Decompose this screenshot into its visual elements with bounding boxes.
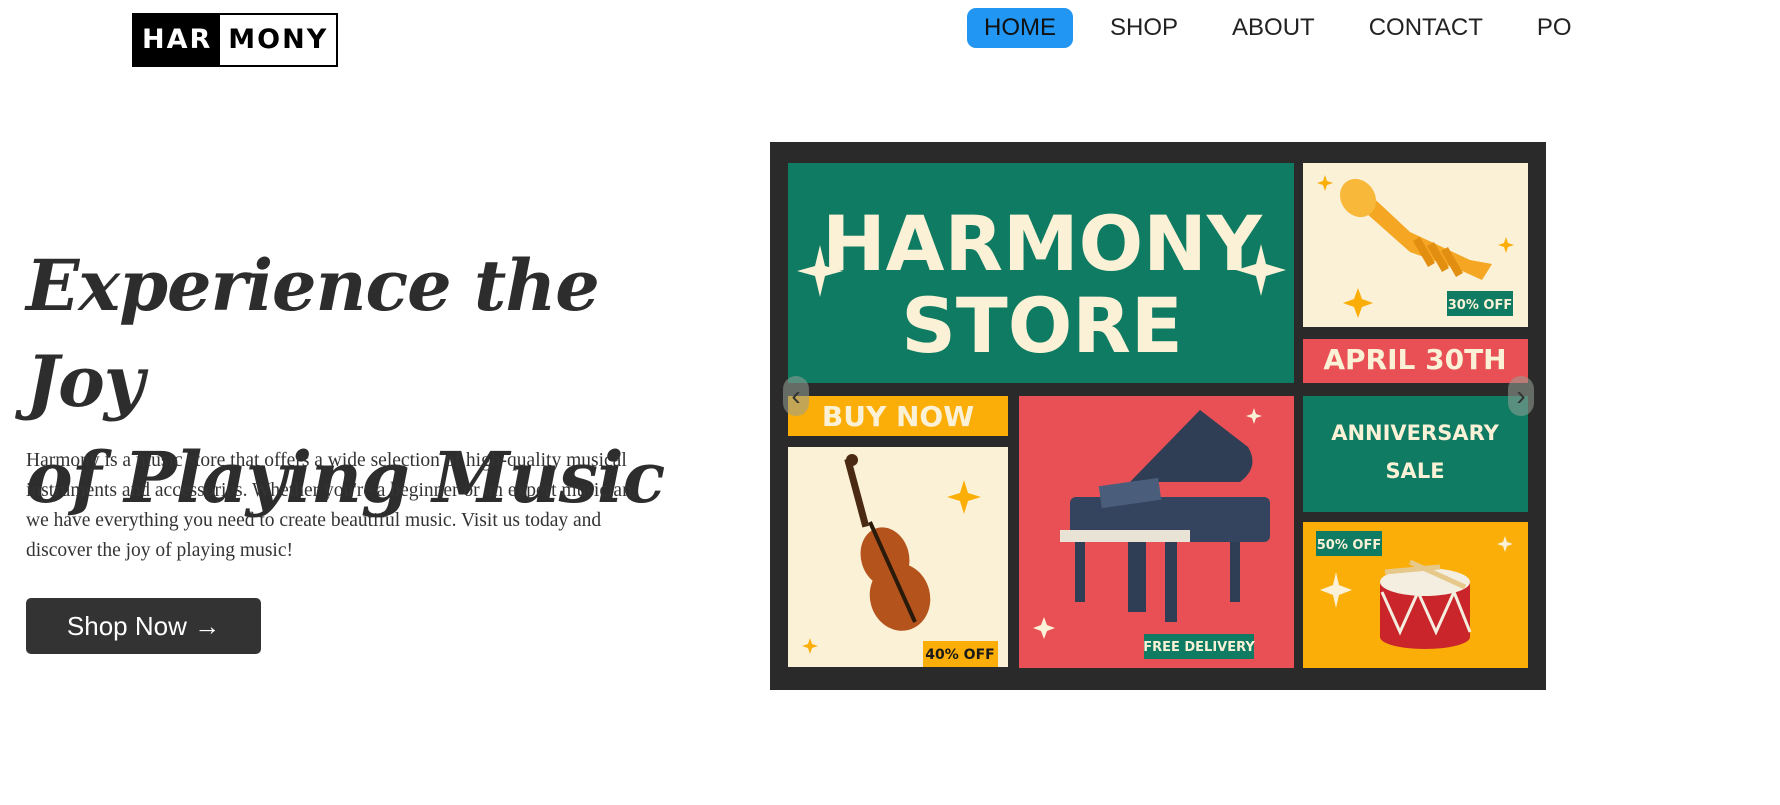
hero-description: Harmony is a music store that offers a w… xyxy=(26,450,637,561)
shop-now-button[interactable]: Shop Now → xyxy=(26,598,261,654)
drum-icon xyxy=(1380,559,1472,649)
nav-shop[interactable]: SHOP xyxy=(1093,8,1195,48)
nav-contact[interactable]: CONTACT xyxy=(1352,8,1500,48)
nav-home[interactable]: HOME xyxy=(967,8,1073,48)
banner-title-line-2: STORE xyxy=(901,281,1183,370)
drum-discount: 50% OFF xyxy=(1317,538,1381,553)
carousel-prev-button[interactable]: ‹ xyxy=(783,376,809,416)
chevron-right-icon: › xyxy=(1516,380,1526,411)
logo-part-1: HAR xyxy=(134,15,221,65)
anniversary-panel xyxy=(1303,396,1528,512)
banner-title-line-1: HARMONY xyxy=(822,199,1263,288)
chevron-left-icon: ‹ xyxy=(791,380,801,411)
hero-title-line-1: Experience the Joy xyxy=(26,244,600,423)
logo[interactable]: HAR MONY xyxy=(132,13,339,67)
free-delivery: FREE DELIVERY xyxy=(1143,640,1255,655)
nav-about[interactable]: ABOUT xyxy=(1215,8,1332,48)
carousel-next-button[interactable]: › xyxy=(1508,376,1534,416)
nav-po[interactable]: PO xyxy=(1520,8,1589,48)
anniversary-line-1: ANNIVERSARY xyxy=(1331,421,1499,445)
banner-date: APRIL 30TH xyxy=(1323,343,1506,376)
violin-discount: 40% OFF xyxy=(925,647,994,663)
promo-banner: HARMONY STORE 30% OFF APRIL 30TH BUY NOW… xyxy=(770,142,1546,690)
logo-part-2: MONY xyxy=(220,15,337,65)
trumpet-discount: 30% OFF xyxy=(1448,298,1512,313)
banner-buy-now: BUY NOW xyxy=(822,400,974,433)
main-nav: HOME SHOP ABOUT CONTACT PO xyxy=(967,8,1609,48)
anniversary-line-2: SALE xyxy=(1385,459,1444,483)
